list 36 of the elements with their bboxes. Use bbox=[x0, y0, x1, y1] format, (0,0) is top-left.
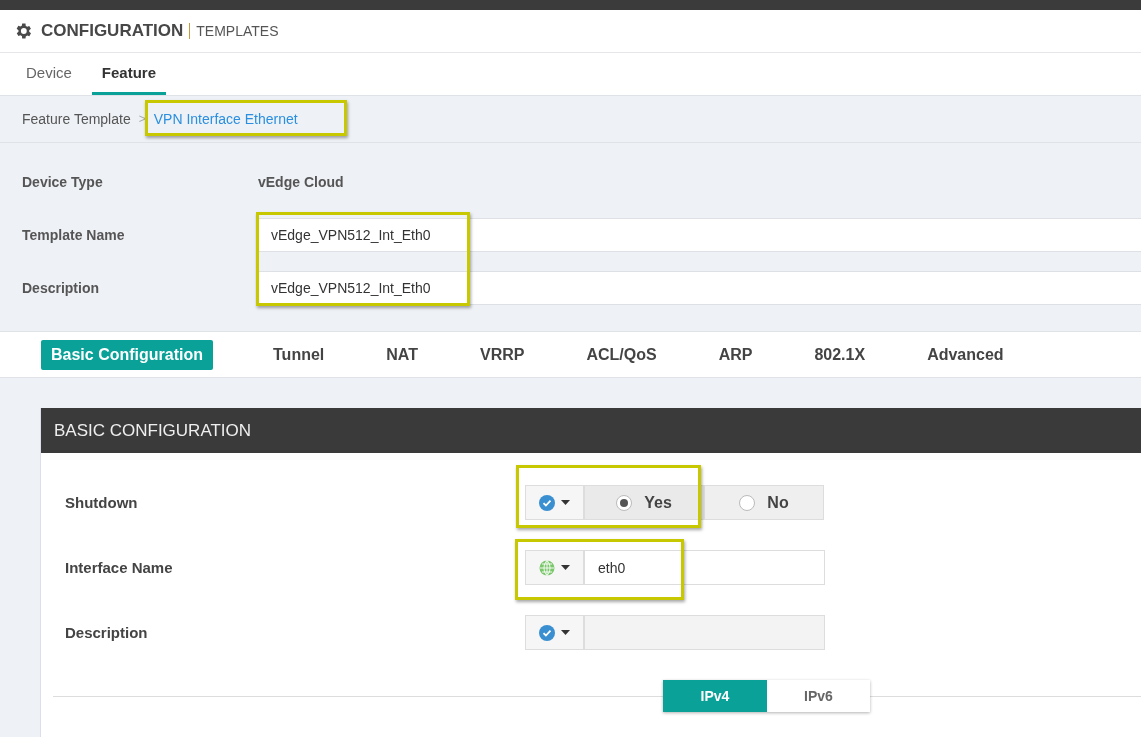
form-value: vEdge Cloud bbox=[258, 174, 345, 190]
scope-dropdown[interactable] bbox=[525, 485, 584, 520]
globe-icon bbox=[539, 559, 555, 576]
scope-dropdown[interactable] bbox=[525, 550, 584, 585]
section-tab[interactable]: Tunnel bbox=[263, 339, 335, 370]
check-circle-icon bbox=[539, 624, 555, 641]
page-title: CONFIGURATION bbox=[41, 21, 184, 41]
panel-header: BASIC CONFIGURATION bbox=[41, 408, 1141, 453]
field-label: Interface Name bbox=[65, 559, 174, 576]
input-field[interactable]: eth0 bbox=[584, 550, 825, 585]
section-tab[interactable]: ARP bbox=[708, 339, 763, 370]
toggle-button[interactable]: IPv6 bbox=[767, 680, 870, 712]
caret-icon bbox=[561, 565, 570, 570]
field-label: Shutdown bbox=[65, 494, 139, 511]
section-tab[interactable]: 802.1X bbox=[804, 339, 876, 370]
tab[interactable]: Device bbox=[16, 53, 82, 95]
section-tab[interactable]: VRRP bbox=[469, 339, 535, 370]
caret-icon bbox=[561, 630, 570, 635]
section-tab[interactable]: NAT bbox=[376, 339, 428, 370]
form-label: Device Type bbox=[22, 174, 104, 190]
section-tab[interactable]: Advanced bbox=[917, 339, 1014, 370]
breadcrumb-parent: Feature Template bbox=[22, 111, 131, 127]
page-subtitle: TEMPLATES bbox=[189, 23, 279, 39]
field-label: Description bbox=[65, 624, 149, 641]
breadcrumb-separator: > bbox=[138, 112, 146, 126]
scope-dropdown[interactable] bbox=[525, 615, 584, 650]
form-label: Template Name bbox=[22, 227, 126, 243]
tab[interactable]: Feature bbox=[91, 53, 167, 95]
radio-option[interactable]: Yes bbox=[584, 485, 704, 520]
section-tab[interactable]: ACL/QoS bbox=[576, 339, 667, 370]
text-field[interactable]: vEdge_VPN512_Int_Eth0 bbox=[258, 218, 1141, 252]
form-label: Description bbox=[22, 280, 100, 296]
radio-option[interactable]: No bbox=[704, 485, 824, 520]
text-field[interactable]: vEdge_VPN512_Int_Eth0 bbox=[258, 271, 1141, 305]
check-circle-icon bbox=[539, 494, 555, 511]
caret-icon bbox=[561, 500, 570, 505]
